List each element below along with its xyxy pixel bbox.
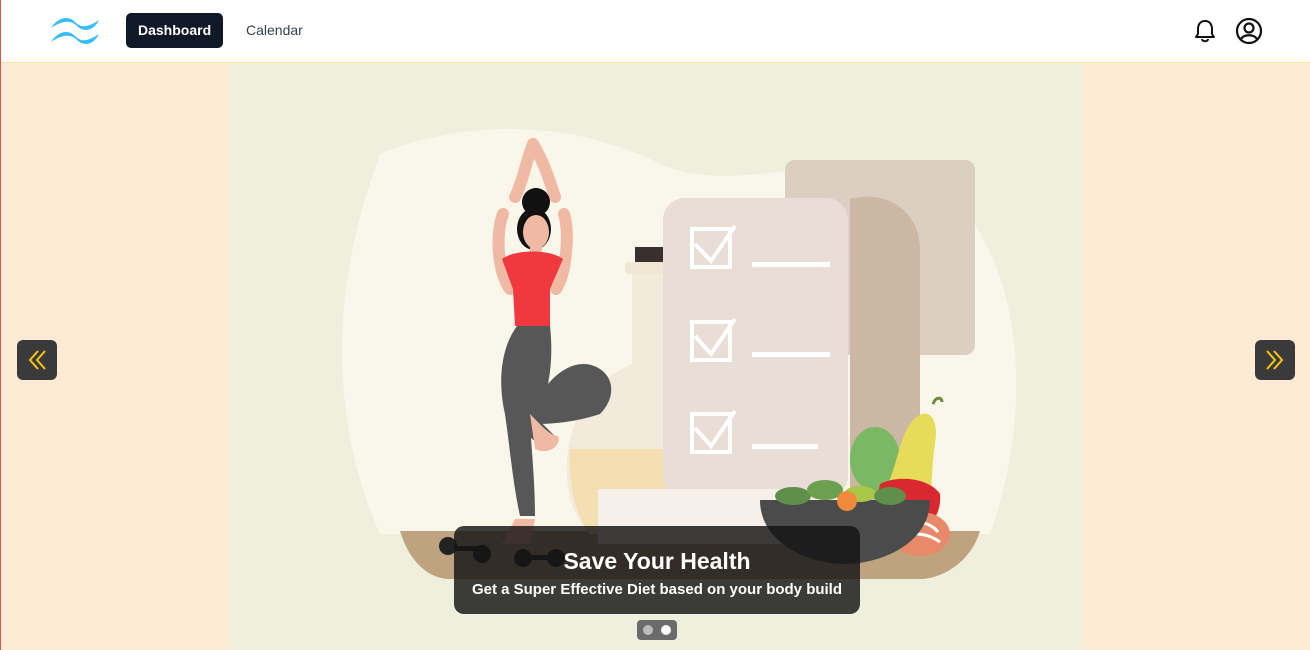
bell-icon[interactable] bbox=[1189, 15, 1221, 47]
user-circle-icon[interactable] bbox=[1233, 15, 1265, 47]
slide-caption: Save Your Health Get a Super Effective D… bbox=[454, 526, 860, 614]
double-chevron-right-icon bbox=[1266, 350, 1284, 370]
logo-icon[interactable] bbox=[47, 12, 105, 48]
double-chevron-left-icon bbox=[28, 350, 46, 370]
next-slide-button[interactable] bbox=[1255, 340, 1295, 380]
carousel-slide: Save Your Health Get a Super Effective D… bbox=[230, 64, 1082, 650]
nav-dashboard[interactable]: Dashboard bbox=[126, 13, 224, 48]
indicator-dot-2[interactable] bbox=[661, 625, 671, 635]
prev-slide-button[interactable] bbox=[17, 340, 57, 380]
carousel-indicators bbox=[637, 620, 677, 640]
indicator-dot-1[interactable] bbox=[643, 625, 653, 635]
top-navbar: Dashboard Calendar bbox=[1, 0, 1310, 63]
slide-title: Save Your Health bbox=[563, 548, 751, 574]
slide-subtitle: Get a Super Effective Diet based on your… bbox=[471, 581, 843, 598]
nav-calendar[interactable]: Calendar bbox=[234, 13, 315, 48]
